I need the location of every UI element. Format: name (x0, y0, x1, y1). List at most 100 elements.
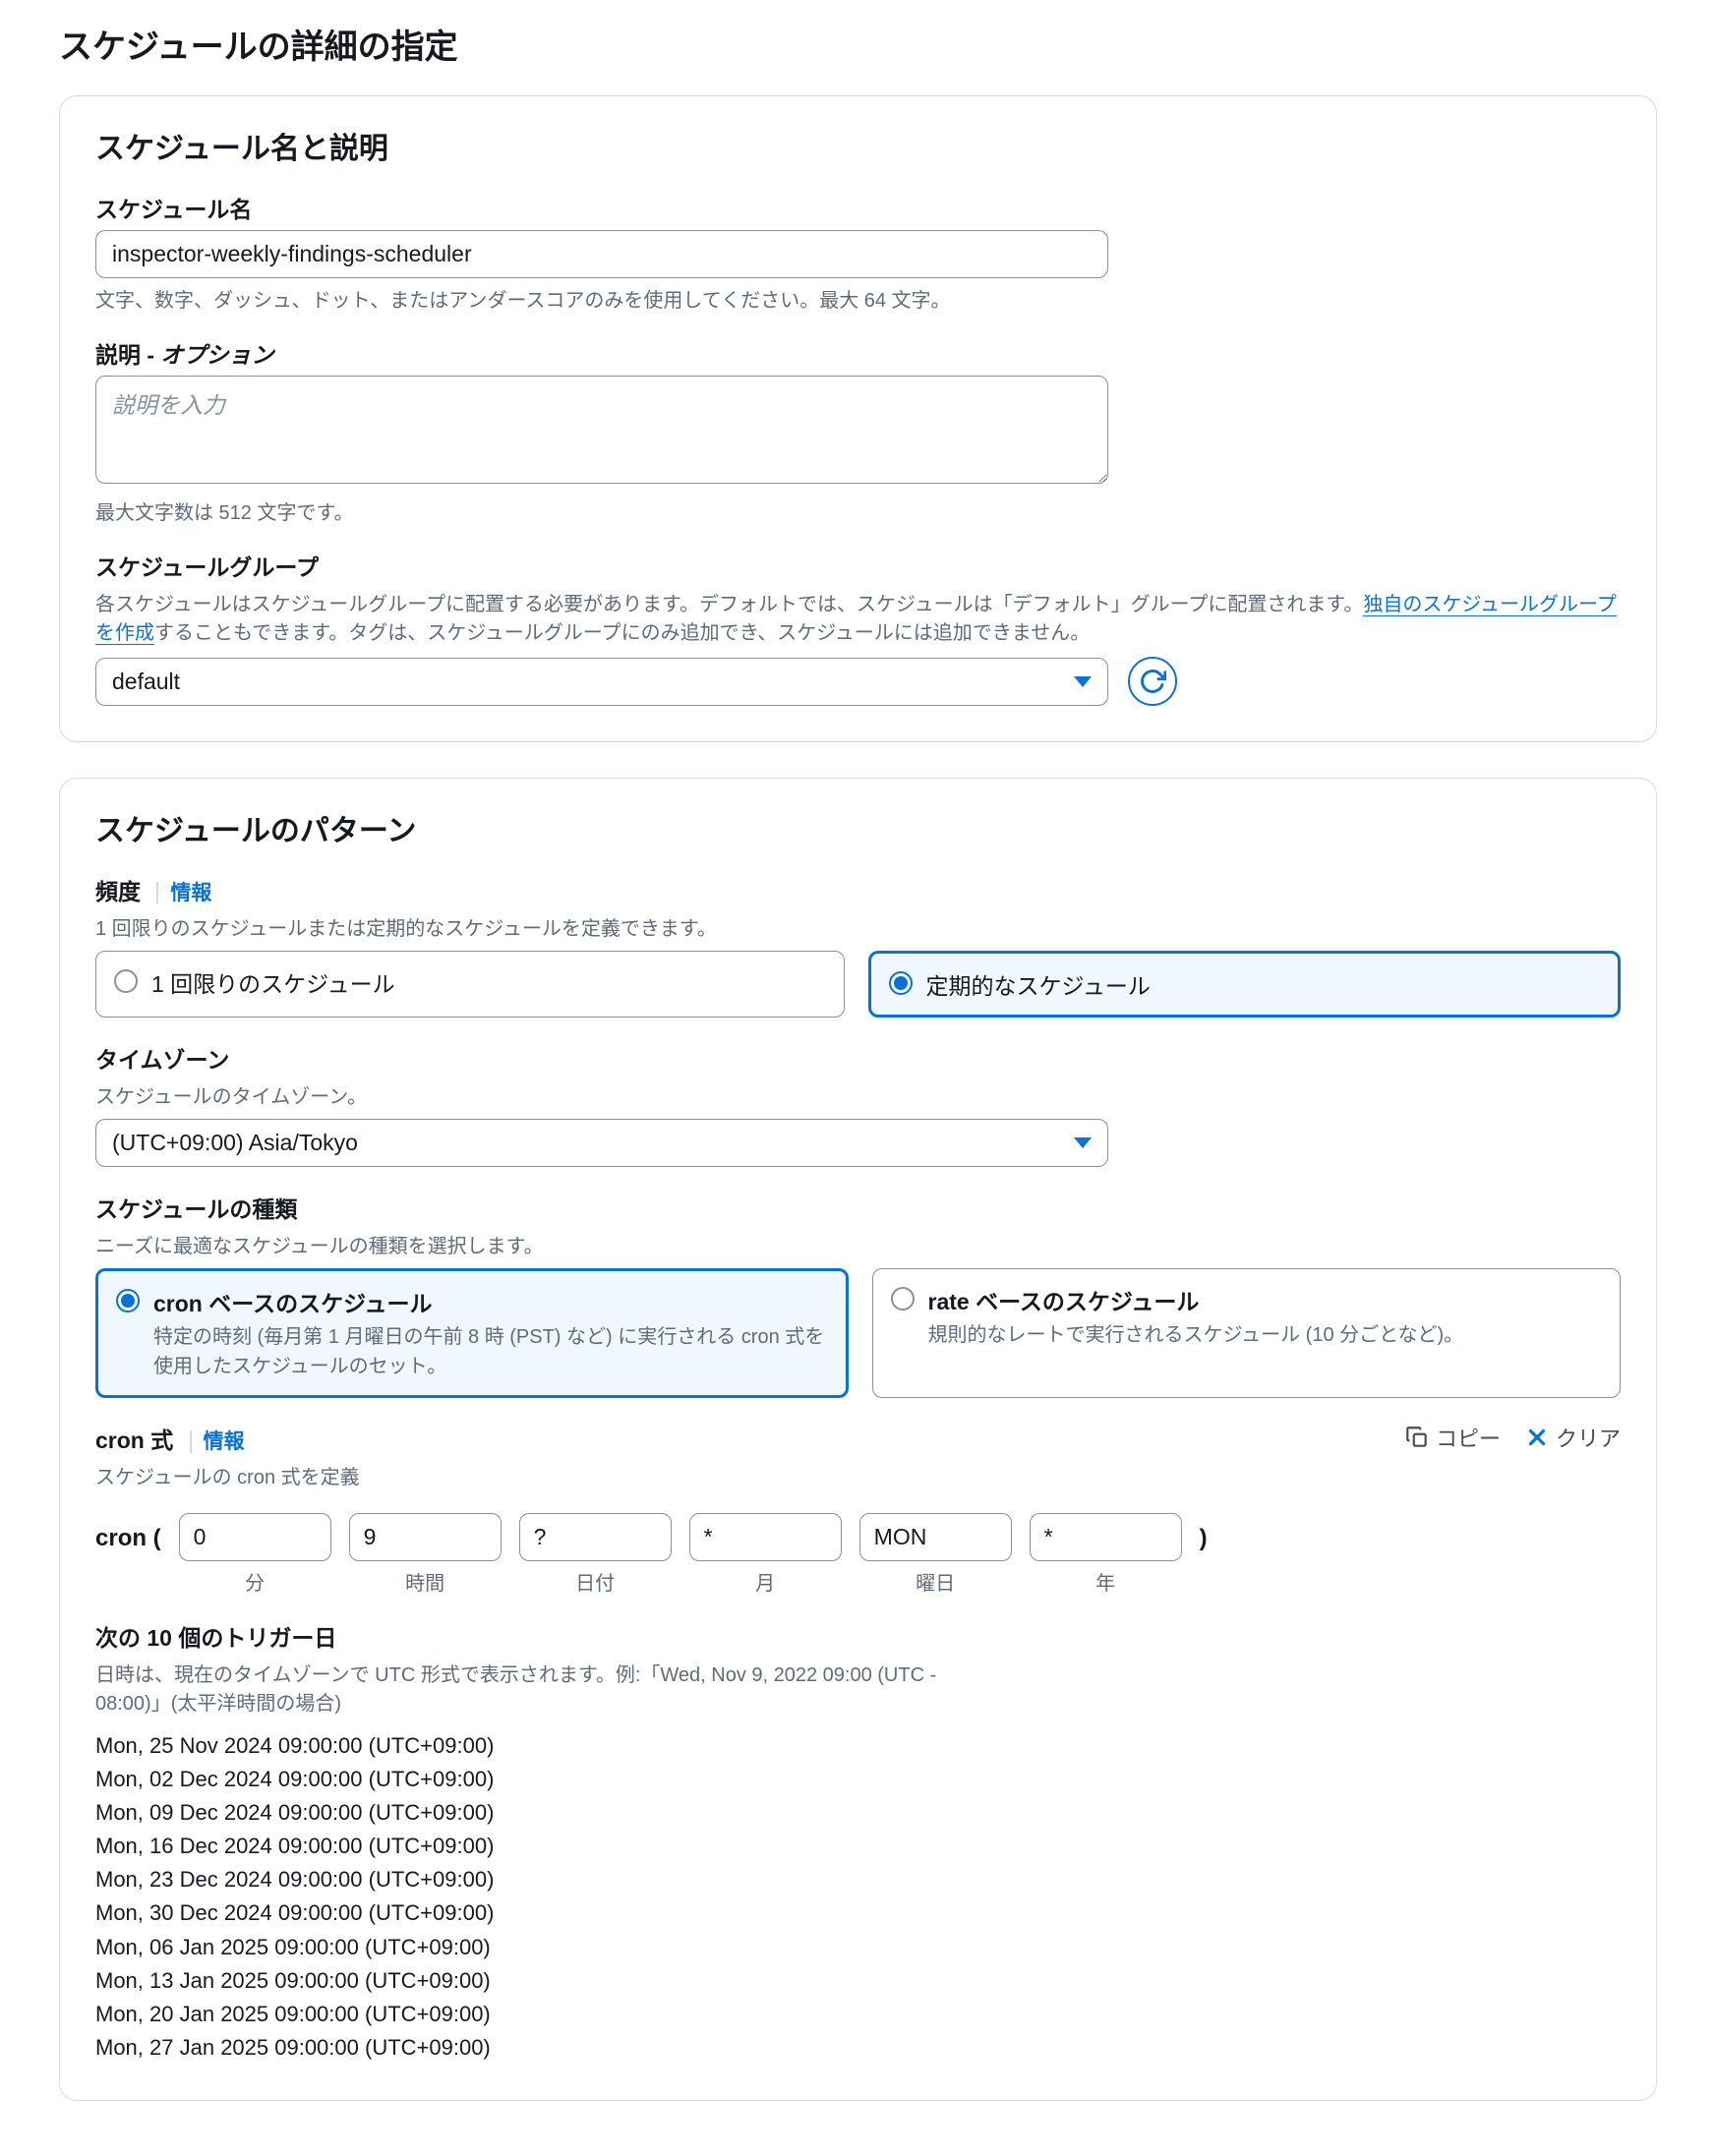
panel-title-pattern: スケジュールのパターン (95, 806, 1621, 849)
copy-label: コピー (1436, 1422, 1501, 1453)
radio-cron[interactable]: cron ベースのスケジュール 特定の時刻 (毎月第 1 月曜日の午前 8 時 … (95, 1268, 849, 1398)
trigger-item: Mon, 13 Jan 2025 09:00:00 (UTC+09:00) (95, 1964, 1621, 1998)
desc-cron: スケジュールの cron 式を定義 (95, 1461, 360, 1489)
label-timezone: タイムゾーン (95, 1041, 1621, 1075)
cron-year-input[interactable] (1030, 1513, 1182, 1561)
cron-dow-label: 曜日 (916, 1567, 955, 1596)
freq-label-text: 頻度 (95, 879, 141, 904)
triggers-list: Mon, 25 Nov 2024 09:00:00 (UTC+09:00) Mo… (95, 1729, 1621, 2065)
group-desc-prefix: 各スケジュールはスケジュールグループに配置する必要があります。デフォルトでは、ス… (95, 594, 1363, 615)
group-desc-suffix: することもできます。タグは、スケジュールグループにのみ追加でき、スケジュールには… (154, 622, 1090, 644)
schedule-pattern-panel: スケジュールのパターン 頻度 情報 1 回限りのスケジュールまたは定期的なスケジ… (59, 778, 1657, 2101)
cron-month: 月 (689, 1513, 842, 1596)
clear-label: クリア (1556, 1422, 1621, 1453)
desc-schedule-group: 各スケジュールはスケジュールグループに配置する必要があります。デフォルトでは、ス… (95, 588, 1621, 645)
desc-timezone: スケジュールのタイムゾーン。 (95, 1080, 1621, 1109)
help-schedule-name: 文字、数字、ダッシュ、ドット、またはアンダースコアのみを使用してください。最大 … (95, 284, 1621, 313)
schedule-name-input[interactable] (95, 230, 1108, 278)
label-schedule-name: スケジュール名 (95, 191, 1621, 224)
trigger-item: Mon, 27 Jan 2025 09:00:00 (UTC+09:00) (95, 2031, 1621, 2065)
cron-open: cron ( (95, 1513, 161, 1552)
cron-hour: 時間 (349, 1513, 502, 1596)
cron-minute: 分 (179, 1513, 331, 1596)
radio-icon (889, 971, 913, 995)
field-cron-expression: cron 式 情報 スケジュールの cron 式を定義 コピー クリア cron… (95, 1422, 1621, 1596)
radio-recurring[interactable]: 定期的なスケジュール (868, 951, 1622, 1018)
radio-rate[interactable]: rate ベースのスケジュール 規則的なレートで実行されるスケジュール (10 … (872, 1268, 1622, 1398)
close-icon (1524, 1425, 1550, 1450)
caret-down-icon (1074, 1137, 1092, 1148)
cron-actions: コピー クリア (1404, 1422, 1621, 1453)
radio-onetime-label: 1 回限りのスケジュール (151, 965, 826, 999)
cron-hour-label: 時間 (405, 1567, 444, 1596)
cron-month-input[interactable] (689, 1513, 842, 1561)
radio-onetime[interactable]: 1 回限りのスケジュール (95, 951, 845, 1018)
freq-info-link[interactable]: 情報 (156, 882, 211, 904)
refresh-icon (1139, 668, 1166, 695)
radio-rate-sub: 規則的なレートで実行されるスケジュール (10 分ごとなど)。 (928, 1320, 1603, 1350)
schedule-group-selected: default (112, 669, 180, 695)
cron-info-link[interactable]: 情報 (190, 1430, 245, 1453)
copy-button[interactable]: コピー (1404, 1422, 1501, 1453)
description-textarea[interactable] (95, 376, 1108, 484)
radio-rate-title: rate ベースのスケジュール (928, 1283, 1603, 1316)
trigger-item: Mon, 09 Dec 2024 09:00:00 (UTC+09:00) (95, 1796, 1621, 1830)
label-frequency: 頻度 情報 (95, 873, 1621, 906)
field-description: 説明 - オプション 最大文字数は 512 文字です。 (95, 336, 1621, 525)
panel-title-name: スケジュール名と説明 (95, 124, 1621, 167)
desc-frequency: 1 回限りのスケジュールまたは定期的なスケジュールを定義できます。 (95, 912, 1621, 941)
radio-cron-title: cron ベースのスケジュール (153, 1285, 828, 1318)
trigger-item: Mon, 30 Dec 2024 09:00:00 (UTC+09:00) (95, 1896, 1621, 1930)
trigger-item: Mon, 02 Dec 2024 09:00:00 (UTC+09:00) (95, 1763, 1621, 1796)
desc-schedule-type: ニーズに最適なスケジュールの種類を選択します。 (95, 1230, 1621, 1258)
timezone-select[interactable]: (UTC+09:00) Asia/Tokyo (95, 1119, 1108, 1167)
cron-dom-input[interactable] (519, 1513, 672, 1561)
label-schedule-type: スケジュールの種類 (95, 1191, 1621, 1224)
copy-icon (1404, 1425, 1430, 1450)
cron-expression-row: cron ( 分 時間 日付 月 曜日 年 (95, 1513, 1621, 1596)
cron-minute-input[interactable] (179, 1513, 331, 1561)
cron-dom: 日付 (519, 1513, 672, 1596)
field-frequency: 頻度 情報 1 回限りのスケジュールまたは定期的なスケジュールを定義できます。 … (95, 873, 1621, 1018)
trigger-item: Mon, 06 Jan 2025 09:00:00 (UTC+09:00) (95, 1931, 1621, 1964)
cron-year: 年 (1030, 1513, 1182, 1596)
trigger-item: Mon, 25 Nov 2024 09:00:00 (UTC+09:00) (95, 1729, 1621, 1763)
radio-icon (114, 969, 138, 993)
radio-recurring-label: 定期的なスケジュール (926, 967, 1601, 1001)
page-title: スケジュールの詳細の指定 (59, 20, 1657, 68)
timezone-selected: (UTC+09:00) Asia/Tokyo (112, 1130, 358, 1156)
field-schedule-type: スケジュールの種類 ニーズに最適なスケジュールの種類を選択します。 cron ベ… (95, 1191, 1621, 1398)
radio-icon (116, 1289, 140, 1312)
label-cron: cron 式 情報 (95, 1422, 360, 1455)
radio-cron-sub: 特定の時刻 (毎月第 1 月曜日の午前 8 時 (PST) など) に実行される… (153, 1322, 828, 1381)
trigger-item: Mon, 23 Dec 2024 09:00:00 (UTC+09:00) (95, 1863, 1621, 1896)
field-timezone: タイムゾーン スケジュールのタイムゾーン。 (UTC+09:00) Asia/T… (95, 1041, 1621, 1167)
cron-dow: 曜日 (859, 1513, 1012, 1596)
desc-optional: - オプション (141, 342, 273, 368)
field-schedule-group: スケジュールグループ 各スケジュールはスケジュールグループに配置する必要がありま… (95, 549, 1621, 706)
cron-label-text: cron 式 (95, 1428, 173, 1453)
cron-month-label: 月 (755, 1567, 775, 1596)
label-triggers: 次の 10 個のトリガー日 (95, 1619, 1621, 1653)
cron-close: ) (1200, 1513, 1208, 1552)
label-schedule-group: スケジュールグループ (95, 549, 1621, 582)
cron-year-label: 年 (1095, 1567, 1115, 1596)
trigger-item: Mon, 16 Dec 2024 09:00:00 (UTC+09:00) (95, 1830, 1621, 1863)
trigger-item: Mon, 20 Jan 2025 09:00:00 (UTC+09:00) (95, 1998, 1621, 2031)
desc-label-text: 説明 (95, 342, 141, 368)
help-description: 最大文字数は 512 文字です。 (95, 496, 1621, 525)
label-description: 説明 - オプション (95, 336, 1621, 370)
cron-dow-input[interactable] (859, 1513, 1012, 1561)
cron-dom-label: 日付 (575, 1567, 615, 1596)
radio-icon (891, 1287, 915, 1311)
refresh-button[interactable] (1128, 657, 1177, 706)
desc-triggers: 日時は、現在のタイムゾーンで UTC 形式で表示されます。例:「Wed, Nov… (95, 1659, 980, 1716)
schedule-group-select[interactable]: default (95, 658, 1108, 706)
caret-down-icon (1074, 676, 1092, 687)
cron-hour-input[interactable] (349, 1513, 502, 1561)
schedule-name-panel: スケジュール名と説明 スケジュール名 文字、数字、ダッシュ、ドット、またはアンダ… (59, 95, 1657, 742)
cron-minute-label: 分 (245, 1567, 265, 1596)
field-schedule-name: スケジュール名 文字、数字、ダッシュ、ドット、またはアンダースコアのみを使用して… (95, 191, 1621, 313)
clear-button[interactable]: クリア (1524, 1422, 1621, 1453)
frequency-options: 1 回限りのスケジュール 定期的なスケジュール (95, 951, 1621, 1018)
